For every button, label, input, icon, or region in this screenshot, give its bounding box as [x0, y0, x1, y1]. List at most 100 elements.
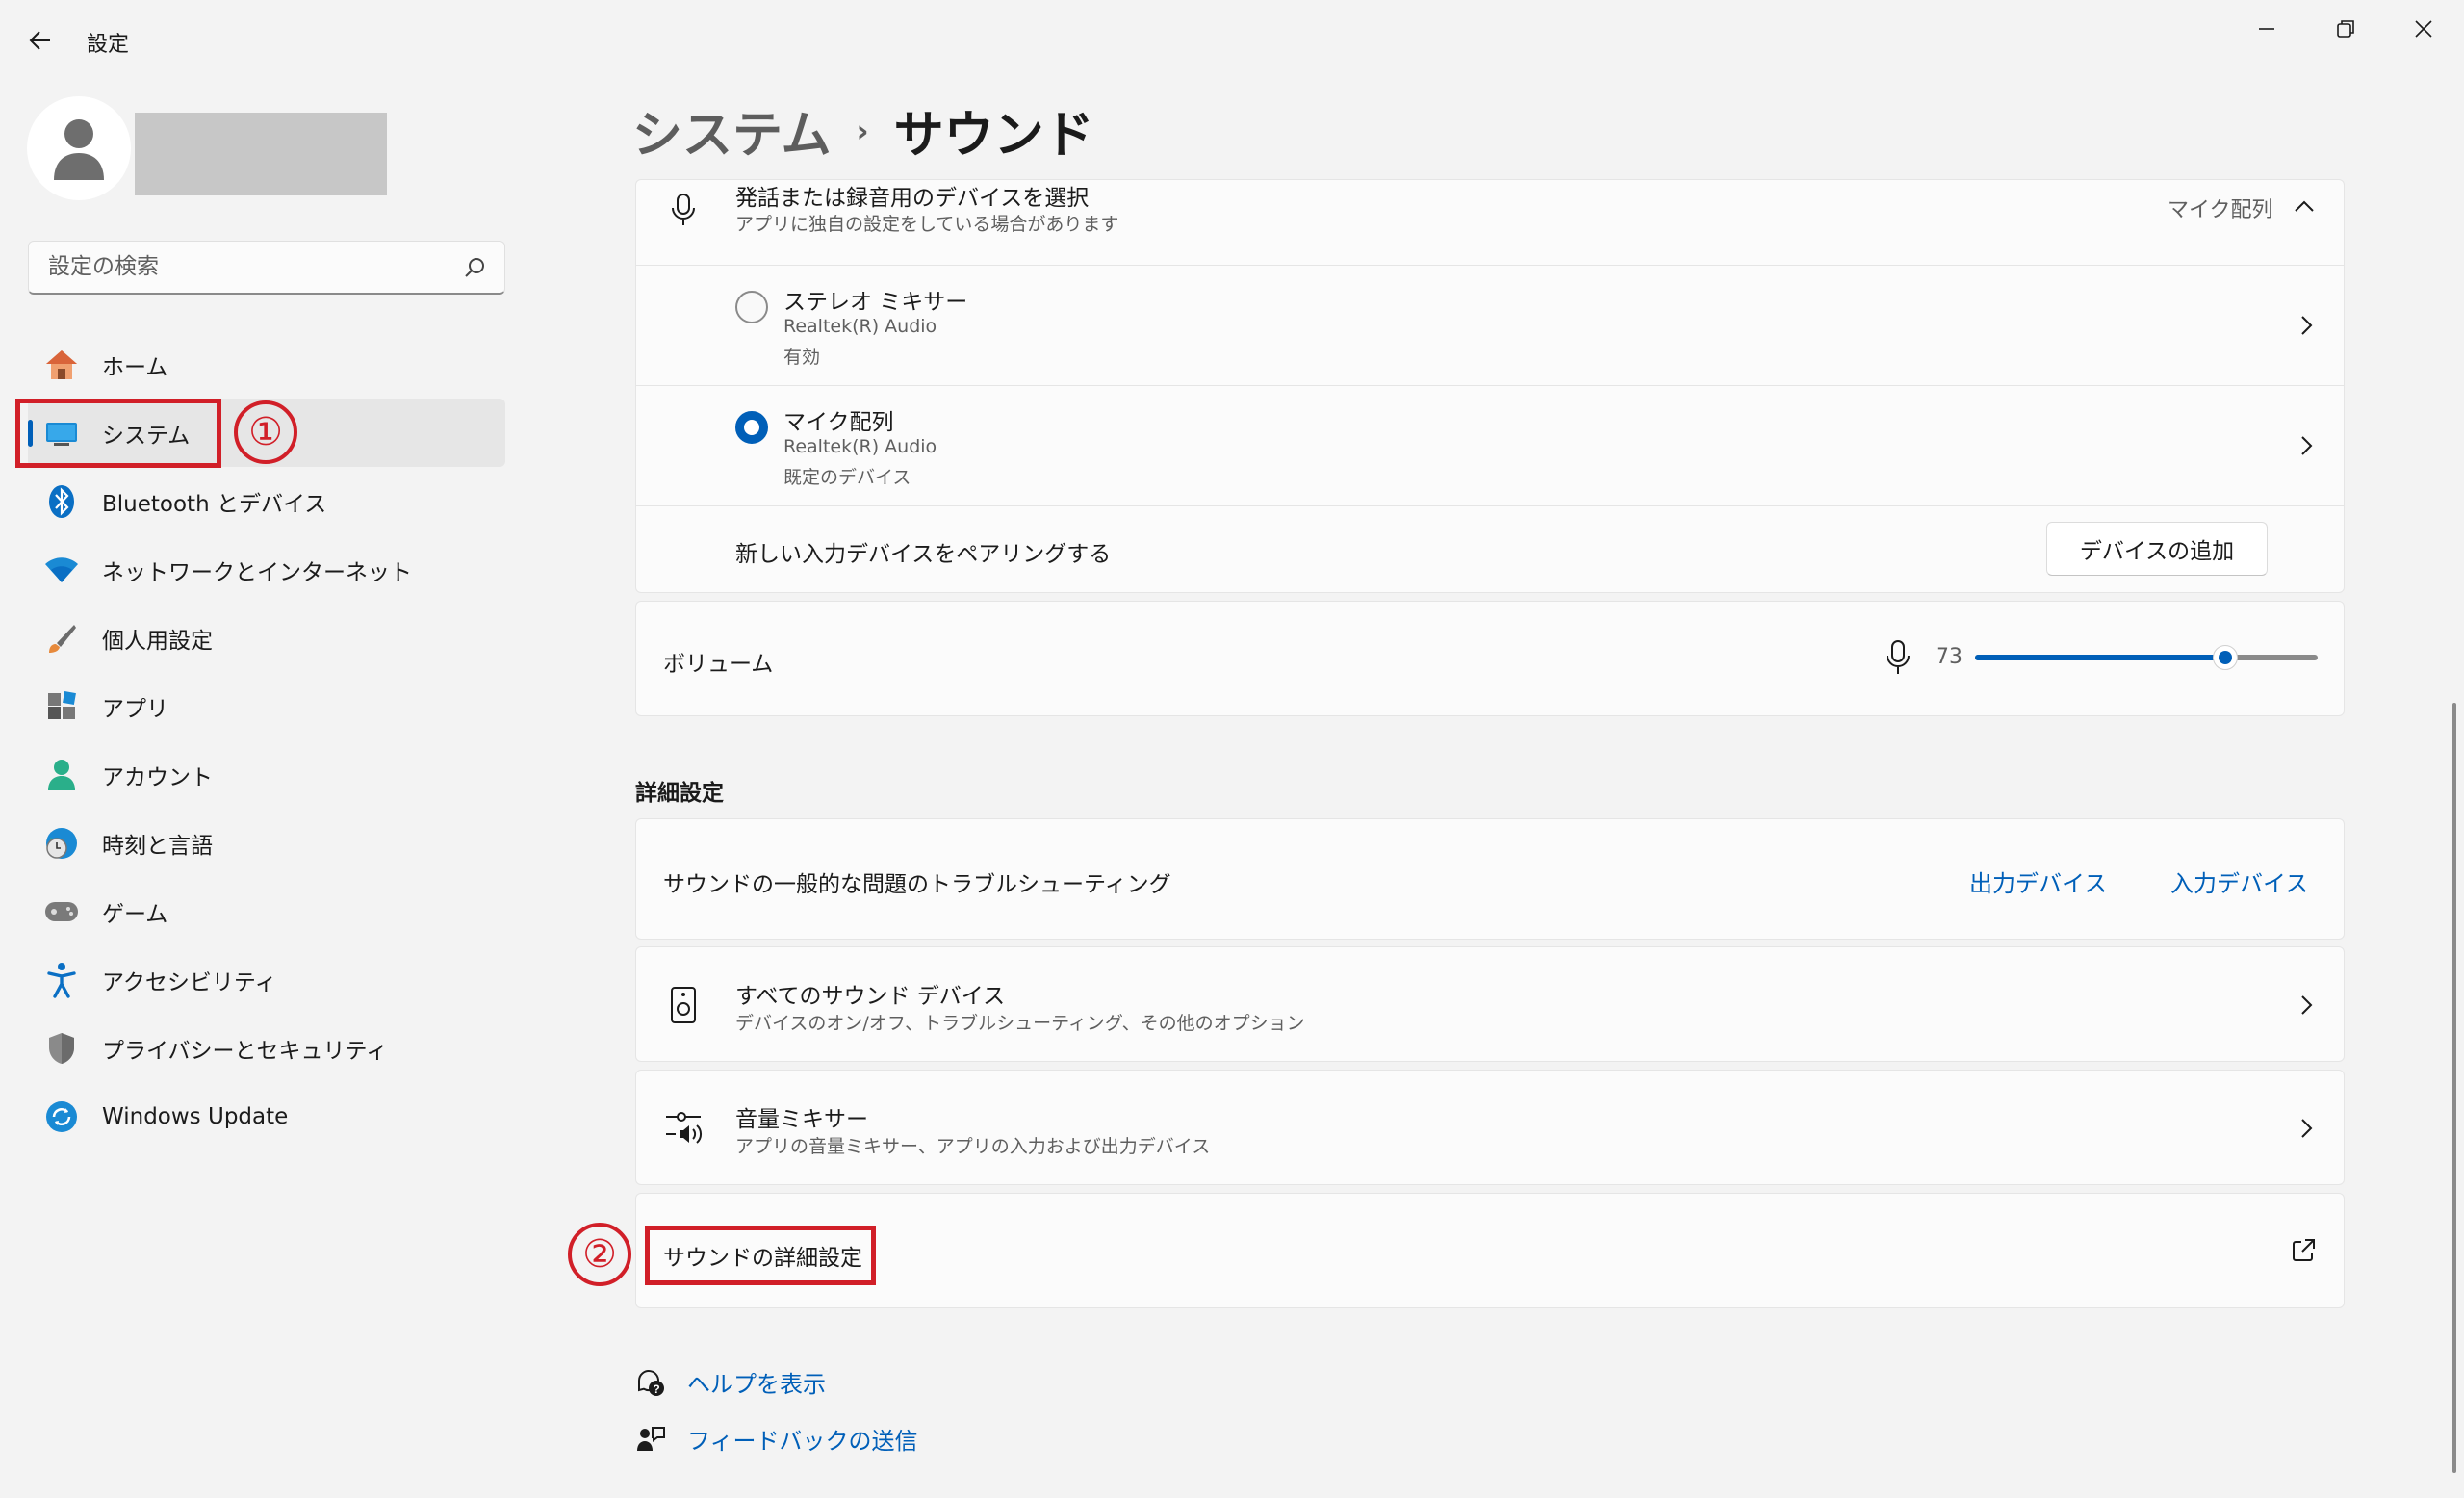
shield-icon — [42, 1029, 81, 1068]
sidebar-item-label: プライバシーとセキュリティ — [102, 1038, 389, 1064]
sidebar-item-network[interactable]: ネットワークとインターネット — [28, 535, 505, 604]
back-button[interactable] — [19, 21, 62, 60]
sidebar-item-label: アクセシビリティ — [102, 969, 277, 995]
sidebar-item-label: Windows Update — [102, 1103, 289, 1129]
sidebar-item-label: アプリ — [102, 696, 168, 722]
device-name: ステレオ ミキサー — [783, 290, 968, 315]
radio-button-selected[interactable] — [735, 411, 768, 444]
sidebar-item-label: ホーム — [102, 354, 168, 380]
sidebar-item-label: アカウント — [102, 764, 213, 790]
all-sound-devices-subtitle: デバイスのオン/オフ、トラブルシューティング、その他のオプション — [735, 1013, 1305, 1034]
page-title: サウンド — [893, 107, 1094, 165]
time-language-icon — [42, 824, 81, 863]
gamepad-icon — [42, 892, 81, 931]
apps-icon — [42, 687, 81, 726]
restore-button[interactable] — [2317, 10, 2374, 48]
annotation-number-1: ① — [234, 400, 297, 464]
home-icon — [42, 346, 81, 384]
scrollbar[interactable] — [2452, 703, 2456, 1473]
search-box[interactable] — [28, 241, 505, 295]
avatar[interactable] — [27, 96, 131, 200]
sidebar-item-personalization[interactable]: 個人用設定 — [28, 604, 505, 672]
help-link[interactable]: ? ヘルプを表示 — [635, 1365, 826, 1399]
minimize-button[interactable] — [2238, 10, 2296, 48]
device-driver: Realtek(R) Audio — [783, 316, 937, 337]
slider-fill — [1975, 655, 2225, 660]
volume-mixer-title: 音量ミキサー — [735, 1107, 868, 1132]
output-device-link[interactable]: 出力デバイス — [1969, 865, 2107, 898]
close-icon — [2415, 20, 2432, 38]
device-row-stereo-mixer[interactable]: ステレオ ミキサー Realtek(R) Audio 有効 — [635, 266, 2345, 385]
sidebar-item-accounts[interactable]: アカウント — [28, 740, 505, 809]
sidebar-item-privacy[interactable]: プライバシーとセキュリティ — [28, 1014, 505, 1082]
sidebar-item-label: 時刻と言語 — [102, 833, 213, 859]
chevron-right-icon — [2301, 1119, 2313, 1138]
annotation-number-2: ② — [568, 1223, 631, 1286]
sidebar-item-label: Bluetooth とデバイス — [102, 491, 327, 517]
feedback-link[interactable]: フィードバックの送信 — [635, 1422, 918, 1456]
minimize-icon — [2259, 28, 2274, 30]
pair-device-label: 新しい入力デバイスをペアリングする — [735, 542, 1112, 567]
input-device-header[interactable]: 発話または録音用のデバイスを選択 アプリに独自の設定をしている場合があります マ… — [635, 179, 2345, 266]
back-arrow-icon — [29, 31, 50, 50]
sidebar-item-bluetooth[interactable]: Bluetooth とデバイス — [28, 467, 505, 535]
input-select-subtitle: アプリに独自の設定をしている場合があります — [735, 214, 1119, 235]
feedback-icon — [637, 1426, 665, 1451]
settings-window: 設定 ホーム システム — [0, 0, 2464, 1498]
device-name: マイク配列 — [783, 410, 894, 435]
title-bar: 設定 — [0, 0, 2464, 81]
breadcrumb: システム › サウンド — [632, 94, 1094, 167]
account-icon — [42, 756, 81, 794]
input-select-value: マイク配列 — [2168, 198, 2273, 222]
microphone-icon[interactable] — [1885, 639, 1912, 676]
device-driver: Realtek(R) Audio — [783, 436, 937, 457]
device-row-mic-array[interactable]: マイク配列 Realtek(R) Audio 既定のデバイス — [635, 386, 2345, 505]
bluetooth-icon — [42, 482, 81, 521]
sidebar-item-apps[interactable]: アプリ — [28, 672, 505, 740]
search-icon[interactable] — [462, 255, 487, 280]
chevron-up-icon[interactable] — [2293, 198, 2316, 214]
section-heading: 詳細設定 — [635, 781, 724, 806]
search-input[interactable] — [29, 242, 443, 292]
sidebar-item-time-language[interactable]: 時刻と言語 — [28, 809, 505, 877]
volume-slider[interactable] — [1975, 643, 2318, 672]
input-select-title: 発話または録音用のデバイスを選択 — [735, 186, 1090, 211]
volume-value: 73 — [1936, 645, 1963, 669]
speaker-icon — [671, 987, 696, 1023]
help-icon: ? — [638, 1369, 664, 1396]
radio-button[interactable] — [735, 291, 768, 323]
troubleshoot-label: サウンドの一般的な問題のトラブルシューティング — [663, 872, 1171, 897]
slider-thumb[interactable] — [2213, 645, 2238, 670]
user-name-redacted — [135, 113, 387, 195]
sidebar-item-label: 個人用設定 — [102, 628, 213, 654]
add-device-button[interactable]: デバイスの追加 — [2046, 522, 2268, 576]
close-button[interactable] — [2395, 10, 2452, 48]
more-sound-settings-card[interactable] — [635, 1193, 2345, 1308]
breadcrumb-parent[interactable]: システム — [632, 94, 831, 167]
sidebar-item-home[interactable]: ホーム — [28, 330, 505, 399]
device-status: 有効 — [783, 347, 821, 368]
update-icon — [42, 1098, 81, 1136]
sidebar-item-windows-update[interactable]: Windows Update — [28, 1082, 505, 1150]
network-icon — [42, 551, 81, 589]
external-link-icon — [2293, 1239, 2315, 1261]
svg-text:?: ? — [653, 1382, 659, 1396]
accessibility-icon — [42, 961, 81, 999]
breadcrumb-separator: › — [856, 112, 869, 149]
annotation-box-2 — [645, 1226, 876, 1285]
volume-mixer-subtitle: アプリの音量ミキサー、アプリの入力および出力デバイス — [735, 1136, 1211, 1157]
restore-icon — [2337, 20, 2354, 38]
all-sound-devices-title: すべてのサウンド デバイス — [735, 984, 1006, 1009]
input-device-link[interactable]: 入力デバイス — [2170, 865, 2308, 898]
brush-icon — [42, 619, 81, 658]
help-link-label: ヘルプを表示 — [687, 1371, 826, 1398]
mixer-icon — [666, 1112, 703, 1144]
annotation-box-1 — [15, 399, 221, 468]
sidebar-item-gaming[interactable]: ゲーム — [28, 877, 505, 945]
chevron-right-icon — [2301, 316, 2313, 335]
user-icon — [54, 119, 104, 180]
volume-mixer-card[interactable] — [635, 1070, 2345, 1185]
chevron-right-icon — [2301, 436, 2313, 455]
sidebar-item-accessibility[interactable]: アクセシビリティ — [28, 945, 505, 1014]
sidebar-item-label: ゲーム — [102, 901, 168, 927]
